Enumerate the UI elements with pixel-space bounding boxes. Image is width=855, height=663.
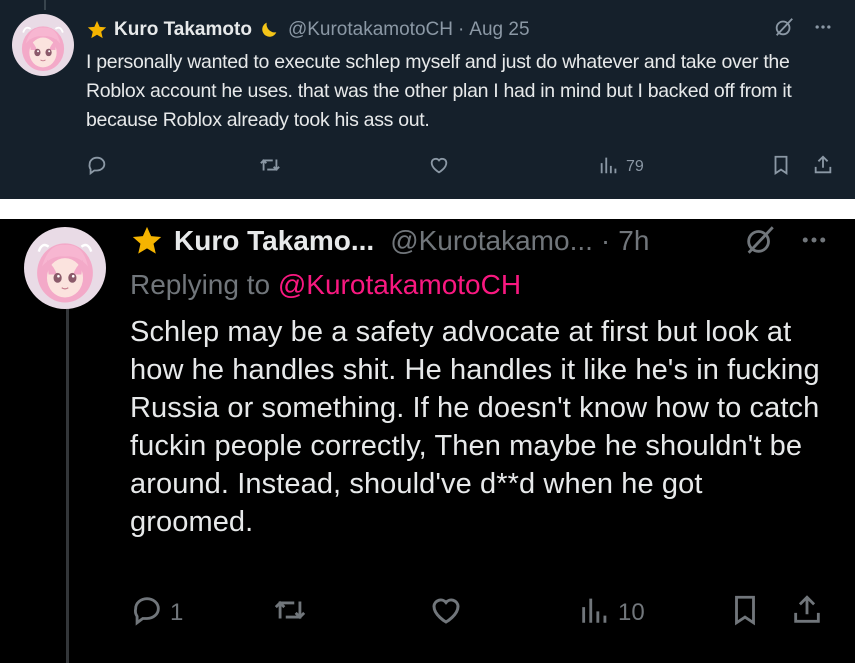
retweet-icon	[258, 154, 282, 181]
views-button[interactable]: 79	[598, 154, 644, 181]
views-icon	[598, 154, 620, 181]
grok-icon[interactable]	[743, 223, 777, 262]
like-icon	[428, 154, 450, 181]
reply-icon	[130, 593, 164, 634]
tweet-1[interactable]: Kuro Takamoto @KurotakamotoCH · Aug 25 I…	[0, 0, 855, 199]
timestamp[interactable]: 7h	[618, 225, 649, 257]
like-icon	[428, 592, 464, 635]
replying-to: Replying to @KurotakamotoCH	[130, 269, 521, 301]
tweet-top-icons	[743, 223, 829, 262]
share-button[interactable]	[790, 593, 824, 634]
views-icon	[578, 593, 612, 634]
handle[interactable]: @KurotakamotoCH	[288, 19, 453, 41]
replying-prefix: Replying to	[130, 269, 271, 300]
views-button[interactable]: 10	[578, 593, 645, 634]
separator-dot: ·	[457, 19, 465, 40]
share-icon	[812, 154, 834, 181]
bookmark-icon	[728, 593, 762, 634]
bookmark-icon	[770, 154, 792, 181]
reply-count: 1	[170, 599, 184, 626]
tweet-2[interactable]: Kuro Takamo... @Kurotakamo... · 7h Reply…	[0, 219, 855, 663]
retweet-button[interactable]	[258, 154, 288, 181]
tweet-top-icons	[773, 16, 833, 43]
tweet-text: I personally wanted to execute schlep my…	[86, 51, 792, 131]
more-icon[interactable]	[813, 17, 833, 42]
like-button[interactable]	[428, 592, 470, 635]
thread-line	[66, 305, 69, 663]
display-name[interactable]: Kuro Takamo...	[174, 225, 374, 257]
tweet-header: Kuro Takamo... @Kurotakamo... · 7h	[130, 221, 649, 261]
bookmark-button[interactable]	[770, 154, 792, 181]
views-count: 79	[626, 158, 644, 175]
reply-button[interactable]: 1	[130, 593, 183, 634]
retweet-icon	[272, 593, 308, 634]
retweet-button[interactable]	[272, 593, 314, 634]
views-count: 10	[618, 599, 645, 626]
tweet-text: Schlep may be a safety advocate at first…	[130, 316, 820, 538]
reply-button[interactable]	[86, 154, 114, 181]
star-icon	[86, 19, 108, 41]
separator-dot: ·	[600, 225, 611, 256]
reply-icon	[86, 154, 108, 181]
handle[interactable]: @Kurotakamo...	[390, 225, 593, 257]
replying-mention[interactable]: @KurotakamotoCH	[278, 269, 521, 300]
action-bar: 1 10	[130, 593, 830, 633]
like-button[interactable]	[428, 154, 456, 181]
thread-line	[44, 0, 46, 10]
tweet-header: Kuro Takamoto @KurotakamotoCH · Aug 25	[86, 17, 530, 43]
timestamp[interactable]: Aug 25	[469, 19, 529, 41]
action-bar: 79	[86, 152, 846, 182]
grok-icon[interactable]	[773, 16, 795, 43]
avatar[interactable]	[24, 227, 106, 309]
share-icon	[790, 593, 824, 634]
more-icon[interactable]	[799, 225, 829, 260]
display-name[interactable]: Kuro Takamoto	[114, 19, 252, 41]
bookmark-button[interactable]	[728, 593, 762, 634]
crescent-moon-icon	[258, 19, 280, 41]
share-button[interactable]	[812, 154, 834, 181]
star-icon	[130, 224, 164, 258]
avatar[interactable]	[12, 14, 74, 76]
